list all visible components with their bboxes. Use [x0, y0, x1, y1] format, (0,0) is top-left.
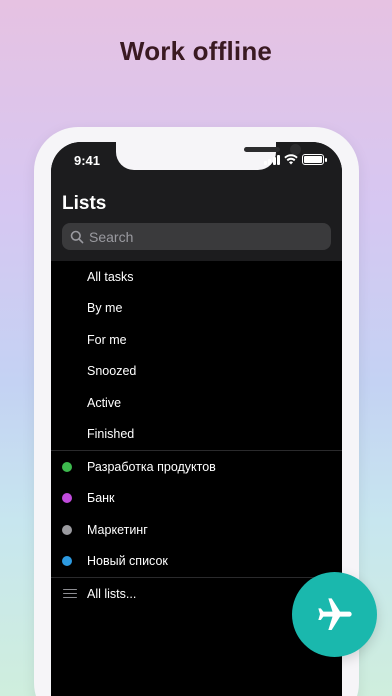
- list-color-dot: [62, 524, 72, 535]
- list-item[interactable]: Банк: [51, 483, 342, 515]
- filter-label: Finished: [87, 427, 135, 442]
- speaker: [244, 147, 280, 152]
- filter-for-me[interactable]: For me: [51, 324, 342, 356]
- list-label: Банк: [87, 491, 115, 506]
- list-icon: [63, 588, 77, 599]
- filter-label: For me: [87, 332, 127, 347]
- status-time: 9:41: [74, 153, 101, 168]
- airplane-icon: [317, 597, 352, 630]
- signal-icon: [263, 155, 280, 165]
- filter-finished[interactable]: Finished: [51, 419, 342, 451]
- search-icon: [70, 230, 84, 243]
- filter-label: All tasks: [87, 269, 134, 284]
- headline: Work offline: [119, 36, 273, 66]
- list-item[interactable]: Новый список: [51, 546, 342, 578]
- lists-menu: All tasks By me For me Snoozed Active Fi…: [51, 261, 342, 610]
- wifi-icon: [284, 154, 298, 165]
- filter-all-tasks[interactable]: All tasks: [51, 261, 342, 293]
- filter-label: Snoozed: [87, 364, 137, 379]
- offline-mode-button[interactable]: [292, 572, 377, 657]
- filter-label: Active: [87, 395, 122, 410]
- list-color-dot: [62, 461, 72, 472]
- search-input[interactable]: Search: [62, 223, 331, 250]
- filter-by-me[interactable]: By me: [51, 293, 342, 325]
- list-item[interactable]: Маркетинг: [51, 514, 342, 546]
- list-label: Разработка продуктов: [87, 459, 216, 474]
- search-placeholder: Search: [89, 228, 134, 245]
- filter-snoozed[interactable]: Snoozed: [51, 356, 342, 388]
- page-title: Lists: [62, 193, 107, 214]
- list-item[interactable]: Разработка продуктов: [51, 451, 342, 483]
- battery-icon: [302, 154, 327, 165]
- filter-label: By me: [87, 301, 123, 316]
- notch: [116, 142, 301, 170]
- status-icons: [263, 154, 327, 165]
- filter-active[interactable]: Active: [51, 387, 342, 419]
